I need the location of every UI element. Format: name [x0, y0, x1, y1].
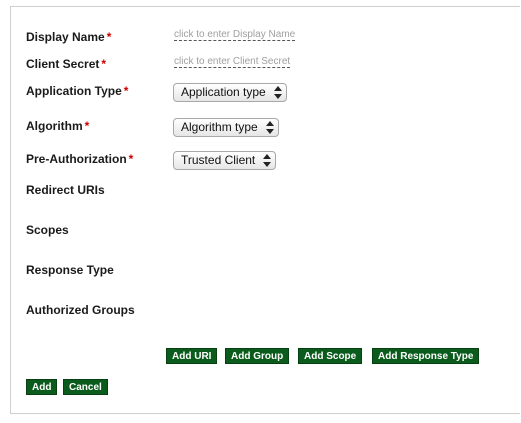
select-arrows-icon [273, 86, 282, 99]
authorized-groups-label: Authorized Groups [26, 303, 135, 317]
add-button[interactable]: Add [26, 379, 58, 395]
algorithm-select[interactable]: Algorithm type [173, 118, 279, 137]
select-arrows-icon [263, 154, 272, 167]
required-marker: * [123, 84, 129, 98]
add-scope-button[interactable]: Add Scope [298, 348, 363, 364]
cancel-button[interactable]: Cancel [63, 379, 108, 395]
required-marker: * [101, 57, 107, 71]
client-secret-label: Client Secret * [26, 57, 107, 71]
required-marker: * [106, 30, 112, 44]
pre-authorization-label: Pre-Authorization * [26, 152, 134, 166]
algorithm-label: Algorithm * [26, 119, 90, 133]
scopes-label: Scopes [26, 223, 69, 237]
select-arrows-icon [265, 121, 274, 134]
display-name-label: Display Name * [26, 30, 112, 44]
display-name-input[interactable]: click to enter Display Name [174, 29, 296, 41]
response-type-label: Response Type [26, 263, 114, 277]
add-uri-button[interactable]: Add URI [166, 348, 218, 364]
add-response-type-button[interactable]: Add Response Type [372, 348, 480, 364]
pre-authorization-select[interactable]: Trusted Client [173, 151, 277, 170]
application-type-select[interactable]: Application type [173, 83, 287, 102]
application-type-label: Application Type * [26, 84, 129, 98]
required-marker: * [84, 119, 90, 133]
add-group-button[interactable]: Add Group [225, 348, 290, 364]
client-secret-input[interactable]: click to enter Client Secret [174, 56, 291, 68]
required-marker: * [128, 152, 134, 166]
redirect-uris-label: Redirect URIs [26, 183, 105, 197]
